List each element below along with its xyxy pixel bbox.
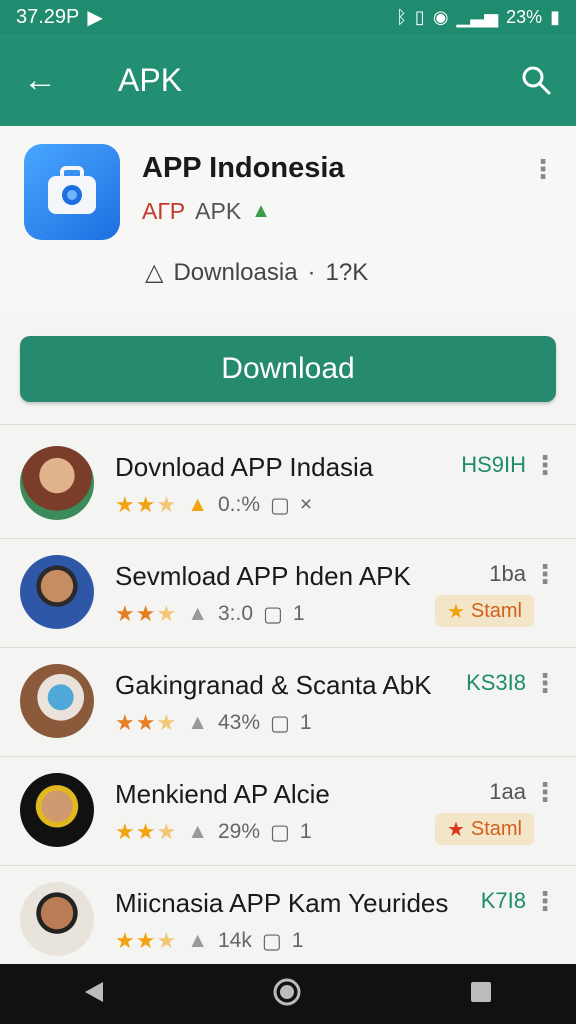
- item-tag: HS9IH: [461, 452, 526, 477]
- flag-icon: ▲: [251, 200, 271, 222]
- item-title: Sevmload APP hden APK: [115, 561, 411, 591]
- more-options-icon[interactable]: ⋮: [532, 888, 558, 914]
- item-count: 14k: [217, 929, 252, 952]
- item-title: Miicnasia APP Kam Yeurides: [115, 888, 449, 918]
- avatar: [20, 773, 94, 847]
- camera-app-icon: [24, 144, 120, 240]
- item-tag: KS3I8: [466, 670, 526, 695]
- rating-stars: ★★★: [115, 819, 178, 844]
- clock: 37.29P: [16, 5, 80, 28]
- person-icon: ▲: [187, 493, 208, 516]
- item-extra: 1: [299, 711, 312, 734]
- item-extra: 1: [292, 602, 305, 625]
- battery-icon: ▮: [550, 6, 560, 27]
- bluetooth-icon: ᛒ: [396, 6, 407, 27]
- item-tag: 1ba: [489, 561, 526, 586]
- more-options-icon[interactable]: ⋮: [532, 670, 558, 696]
- star-badge[interactable]: ★ Staml: [434, 595, 534, 627]
- avatar: [20, 555, 94, 629]
- item-extra: 1: [291, 929, 304, 952]
- person-icon: ▲: [187, 711, 208, 734]
- app-subtitle: AГP APK ▲: [142, 198, 271, 225]
- more-options-icon[interactable]: ⋮: [532, 779, 558, 805]
- downloads-count: 1?K: [325, 258, 369, 286]
- list-item[interactable]: Gakingranad & Scanta AbK ★★★ ▲ 43% ▢ 1 K…: [0, 648, 576, 757]
- back-nav-icon[interactable]: [83, 980, 105, 1009]
- wifi-icon: ◉: [432, 6, 449, 27]
- app-header-card: APP Indonesia AГP APK ▲ △ Downloasia · 1…: [0, 126, 576, 313]
- rating-stars: ★★★: [115, 928, 178, 953]
- star-badge[interactable]: ★ Staml: [434, 813, 534, 845]
- window-icon: ▢: [261, 929, 282, 953]
- window-icon: ▢: [270, 493, 290, 517]
- item-title: Menkiend AP Alcie: [115, 779, 330, 809]
- search-icon[interactable]: [496, 65, 576, 95]
- play-icon: ▶: [87, 6, 103, 29]
- download-section: Download: [0, 312, 576, 425]
- item-title: Gakingranad & Scanta AbK: [115, 670, 432, 700]
- avatar: [20, 446, 94, 520]
- avatar: [20, 664, 94, 738]
- app-sub-red: AГP: [142, 198, 186, 224]
- page-title: APK: [118, 61, 183, 98]
- back-arrow-icon[interactable]: ←: [0, 61, 80, 100]
- person-icon: ▲: [187, 820, 208, 843]
- more-options-icon[interactable]: ⋮: [530, 156, 556, 182]
- app-list: Dovnload APP Indasia ★★★ ▲ 0.:% ▢ × HS9I…: [0, 430, 576, 975]
- warning-icon: △: [145, 259, 164, 286]
- item-tag: K7I8: [480, 888, 526, 913]
- list-item[interactable]: Sevmload APP hden APK ★★★ ▲ 3:.0 ▢ 1 1ba…: [0, 539, 576, 648]
- recents-nav-icon[interactable]: [469, 980, 493, 1009]
- window-icon: ▢: [270, 711, 290, 735]
- list-item[interactable]: Menkiend AP Alcie ★★★ ▲ 29% ▢ 1 1aa ★ Sta…: [0, 757, 576, 866]
- item-count: 29%: [217, 820, 261, 843]
- more-options-icon[interactable]: ⋮: [532, 452, 558, 478]
- list-item[interactable]: Miicnasia APP Kam Yeurides ★★★ ▲ 14k ▢ 1…: [0, 866, 576, 975]
- window-icon: ▢: [263, 602, 283, 626]
- list-item[interactable]: Dovnload APP Indasia ★★★ ▲ 0.:% ▢ × HS9I…: [0, 430, 576, 539]
- app-bar: ← APK: [0, 34, 576, 126]
- item-count: 3:.0: [217, 602, 254, 625]
- item-tag: 1aa: [489, 779, 526, 804]
- more-options-icon[interactable]: ⋮: [532, 561, 558, 587]
- download-button[interactable]: Download: [20, 336, 556, 402]
- rating-stars: ★★★: [115, 710, 178, 735]
- rating-stars: ★★★: [115, 601, 178, 626]
- window-icon: ▢: [270, 820, 290, 844]
- home-nav-icon[interactable]: [272, 977, 302, 1012]
- item-extra: ×: [299, 493, 313, 516]
- app-sub-grey: APK: [195, 198, 242, 224]
- vibrate-icon: ▯: [414, 6, 425, 27]
- star-icon: ★: [446, 818, 465, 841]
- app-downloads: △ Downloasia · 1?K: [145, 258, 369, 287]
- system-nav-bar: [0, 964, 576, 1024]
- battery-level: 23%: [506, 6, 543, 27]
- status-bar: 37.29P ▶ ᛒ ▯ ◉ ▁▃▅ 23% ▮: [0, 0, 576, 34]
- signal-icon: ▁▃▅: [456, 6, 499, 27]
- rating-stars: ★★★: [115, 492, 178, 517]
- item-extra: 1: [299, 820, 312, 843]
- downloads-label: Downloasia: [173, 258, 298, 286]
- avatar: [20, 882, 94, 956]
- item-count: 43%: [217, 711, 261, 734]
- star-icon: ★: [446, 600, 465, 623]
- item-title: Dovnload APP Indasia: [115, 452, 374, 482]
- person-icon: ▲: [187, 929, 208, 952]
- item-count: 0.:%: [217, 493, 261, 516]
- person-icon: ▲: [187, 602, 208, 625]
- app-title: APP Indonesia: [142, 152, 345, 184]
